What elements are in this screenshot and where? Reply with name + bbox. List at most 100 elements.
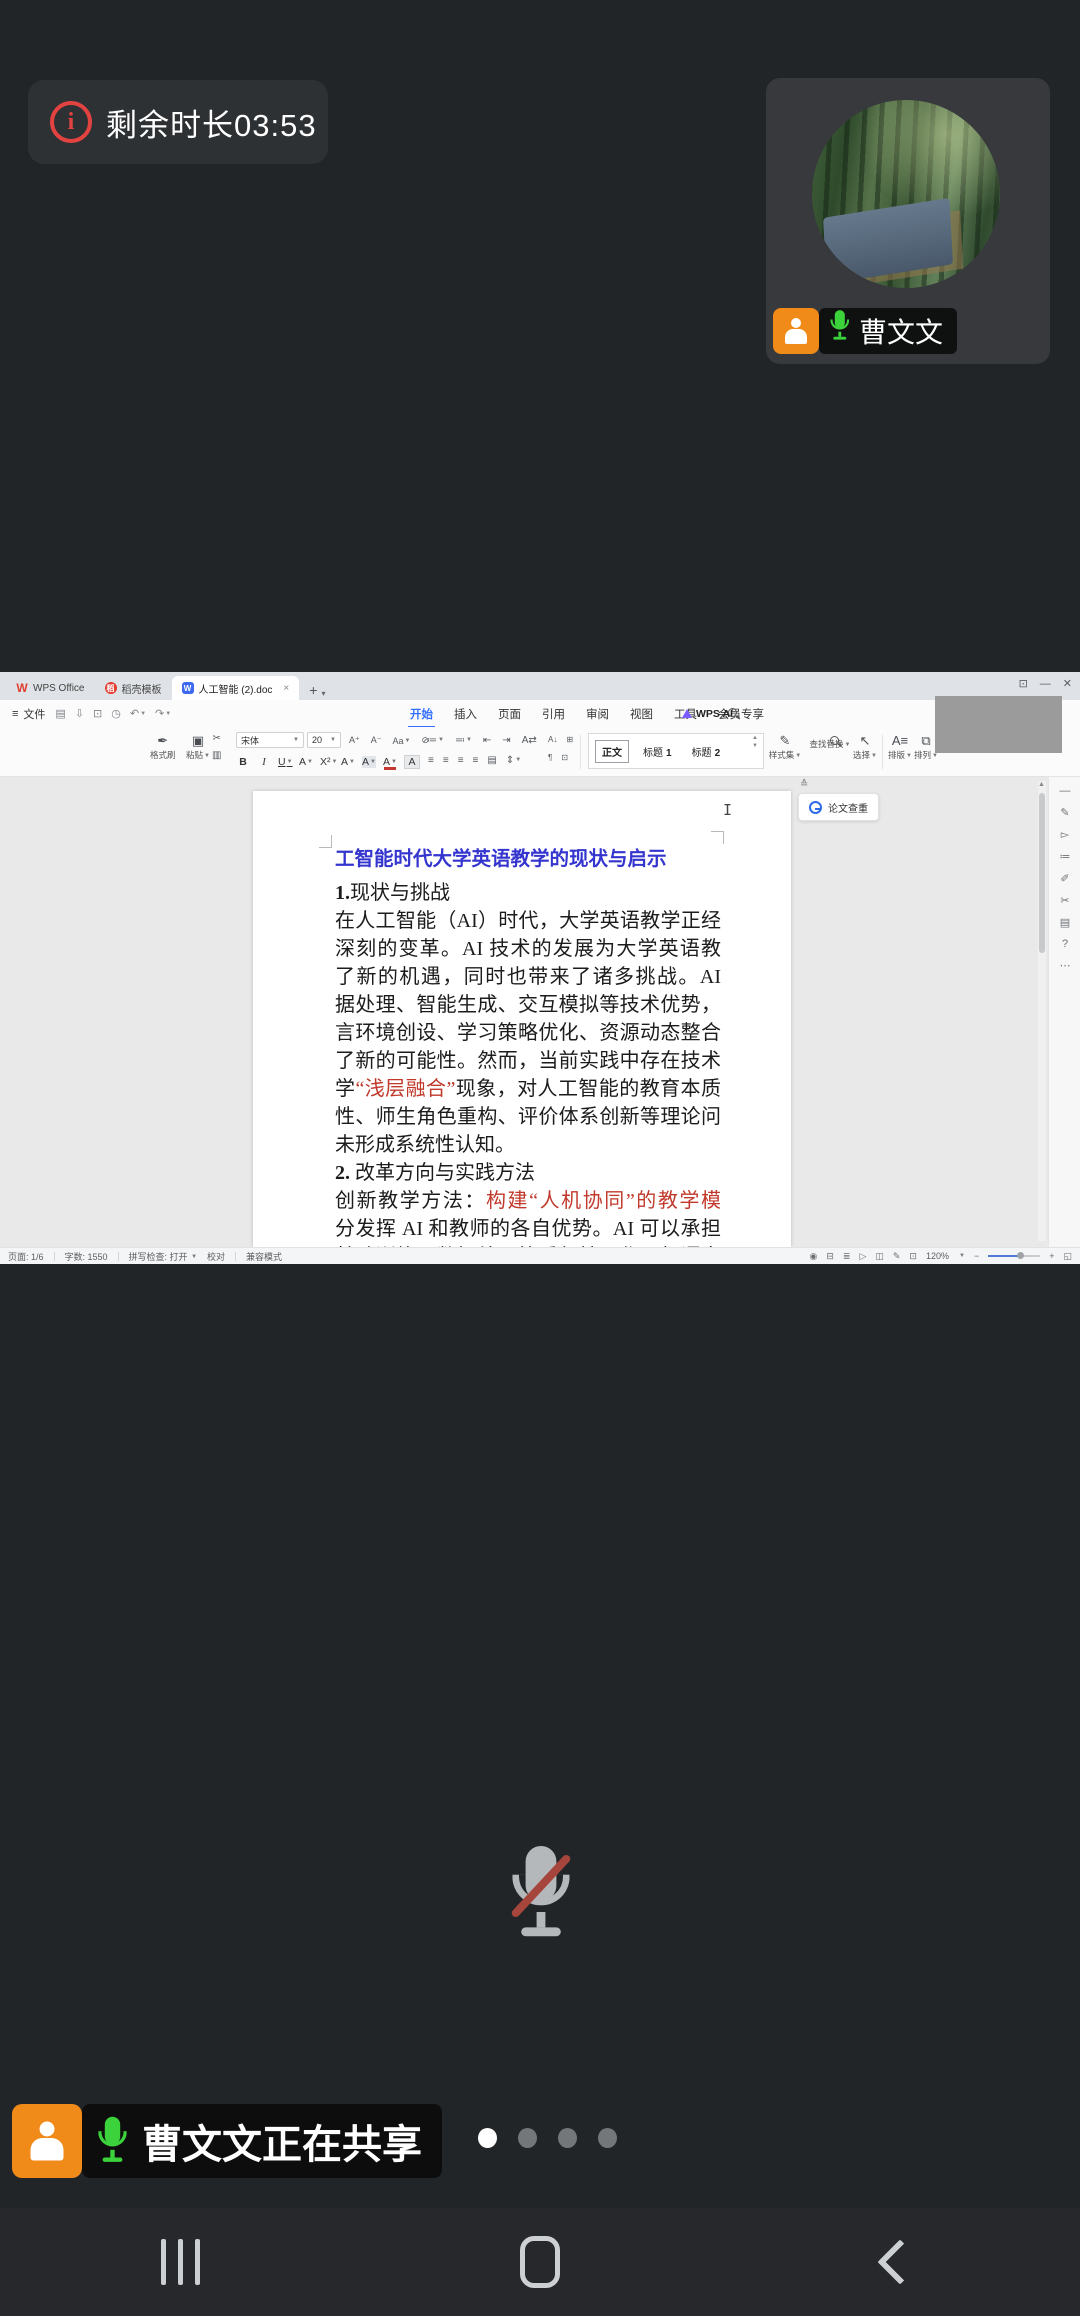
- bullets-icon[interactable]: ≔▼: [427, 735, 444, 746]
- style-chip[interactable]: 标题2: [686, 741, 727, 762]
- sort-icon[interactable]: A↓: [548, 735, 557, 744]
- page-dot[interactable]: [558, 2128, 577, 2148]
- more-icon[interactable]: ⋯: [1060, 959, 1071, 972]
- find-replace-button[interactable]: 查找替换▼: [808, 734, 852, 750]
- page-dot[interactable]: [478, 2128, 497, 2148]
- save-icon[interactable]: ▤: [55, 707, 65, 720]
- close-icon[interactable]: ✕: [1063, 677, 1072, 690]
- underline-button[interactable]: U▼: [278, 756, 292, 768]
- edit-pen-icon[interactable]: ✎: [1060, 806, 1069, 819]
- page-dot[interactable]: [598, 2128, 617, 2148]
- text-direction-icon[interactable]: A⇄: [522, 735, 537, 746]
- change-case-icon[interactable]: Aa▼: [393, 736, 411, 746]
- minimize-icon[interactable]: —: [1040, 678, 1051, 690]
- help-icon[interactable]: ?: [1062, 938, 1068, 950]
- window-tab[interactable]: WWPS Office: [6, 676, 95, 700]
- highlight-icon[interactable]: A▼: [362, 756, 376, 768]
- eye-icon[interactable]: ◉: [809, 1251, 817, 1262]
- scrollbar-thumb[interactable]: [1039, 793, 1045, 953]
- fit-page-icon[interactable]: ⊡: [909, 1251, 917, 1262]
- back-button[interactable]: [720, 2208, 1080, 2316]
- zoom-slider[interactable]: [988, 1255, 1040, 1257]
- decrease-font-icon[interactable]: A⁻: [371, 735, 382, 746]
- menu-tab-开始[interactable]: 开始: [408, 703, 435, 725]
- menu-tab-审阅[interactable]: 审阅: [584, 703, 611, 725]
- menu-tab-页面[interactable]: 页面: [496, 703, 523, 725]
- edit-mode-icon[interactable]: ✎: [893, 1251, 901, 1262]
- panel-pin-icon[interactable]: ≙: [800, 779, 808, 790]
- new-tab-button[interactable]: +: [299, 682, 321, 700]
- pilcrow-icon[interactable]: ¶: [548, 753, 552, 762]
- style-chip[interactable]: 正文: [595, 740, 629, 763]
- tab-close-icon[interactable]: ×: [283, 683, 289, 694]
- export-icon[interactable]: ⇩: [75, 707, 84, 720]
- document-scrollbar[interactable]: ▲: [1038, 781, 1046, 1241]
- home-button[interactable]: [360, 2208, 720, 2316]
- history-icon[interactable]: ◷: [111, 707, 121, 720]
- select-button[interactable]: ↖ 选择▼: [852, 734, 878, 761]
- shade-icon[interactable]: ⊡: [561, 753, 568, 762]
- proofread-button[interactable]: 校对: [207, 1250, 225, 1263]
- play-icon[interactable]: ▷: [859, 1251, 866, 1262]
- select-tool-icon[interactable]: ▻: [1061, 828, 1069, 841]
- spellcheck-toggle[interactable]: 拼写检查: 打开 ▼: [129, 1250, 197, 1263]
- outline-view-icon[interactable]: ≣: [843, 1251, 851, 1262]
- undo-icon[interactable]: ↶▼: [130, 707, 146, 720]
- cut-icon[interactable]: ✂: [213, 733, 221, 744]
- font-color-icon[interactable]: A▼: [383, 756, 397, 768]
- shading-icon[interactable]: A: [404, 755, 420, 769]
- menu-tab-插入[interactable]: 插入: [452, 703, 479, 725]
- menu-tab-引用[interactable]: 引用: [540, 703, 567, 725]
- paste-button[interactable]: ▣ 粘贴▼: [186, 734, 210, 761]
- participant-tile[interactable]: 曹文文: [766, 78, 1050, 364]
- single-page-icon[interactable]: ⊟: [826, 1251, 834, 1262]
- word-count[interactable]: 字数: 1550: [65, 1250, 108, 1263]
- align-center-icon[interactable]: ≡: [443, 755, 449, 766]
- style-chip[interactable]: 标题1: [637, 741, 678, 762]
- window-tab[interactable]: W人工智能 (2).doc×: [172, 676, 300, 700]
- zoom-out-button[interactable]: −: [974, 1251, 979, 1261]
- italic-button[interactable]: I: [257, 757, 271, 768]
- wps-ai-button[interactable]: WPS AI: [682, 708, 733, 720]
- distribute-icon[interactable]: ▤: [487, 755, 496, 766]
- menu-tab-视图[interactable]: 视图: [628, 703, 655, 725]
- align-right-icon[interactable]: ≡: [458, 755, 464, 766]
- typeset-button[interactable]: A≡ 排版▼: [888, 734, 912, 761]
- char-border-icon[interactable]: A▼: [299, 756, 313, 768]
- scroll-up-icon[interactable]: ▲: [1038, 781, 1045, 788]
- layout-icon[interactable]: ⊡: [1019, 677, 1028, 690]
- adjust-icon[interactable]: ≔: [1060, 850, 1071, 863]
- copy-icon[interactable]: ▥: [212, 750, 221, 761]
- outdent-icon[interactable]: ⇤: [483, 735, 491, 746]
- columns-icon[interactable]: ◫: [875, 1251, 884, 1262]
- zoom-level[interactable]: 120%: [926, 1251, 949, 1261]
- page-dot[interactable]: [518, 2128, 537, 2148]
- style-gallery-scroll[interactable]: ▲▼: [752, 735, 758, 749]
- tools-icon[interactable]: ✂: [1060, 894, 1069, 907]
- indent-icon[interactable]: ⇥: [502, 735, 510, 746]
- sign-icon[interactable]: ✐: [1060, 872, 1069, 885]
- grid-icon[interactable]: ⊞: [566, 735, 573, 744]
- format-painter-button[interactable]: ✒ 格式刷: [150, 734, 176, 761]
- superscript-icon[interactable]: X²▼: [320, 756, 334, 768]
- font-size-combo[interactable]: 20▼: [307, 732, 341, 748]
- document-page[interactable]: I 工智能时代大学英语教学的现状与启示 1.现状与挑战在人工智能（AI）时代，大…: [253, 791, 791, 1247]
- font-name-combo[interactable]: 宋体▼: [236, 732, 304, 748]
- recents-button[interactable]: [0, 2208, 360, 2316]
- zoom-in-button[interactable]: +: [1049, 1251, 1054, 1261]
- bold-button[interactable]: B: [236, 756, 250, 768]
- collapse-icon[interactable]: —: [1060, 785, 1071, 797]
- window-tab[interactable]: 稻稻壳模板: [95, 676, 172, 700]
- info-icon[interactable]: i: [50, 101, 92, 143]
- print-icon[interactable]: ⊡: [93, 707, 102, 720]
- search-icon[interactable]: [728, 708, 739, 719]
- paper-check-button[interactable]: 论文查重: [798, 793, 879, 821]
- redo-icon[interactable]: ↷▼: [155, 707, 171, 720]
- phonetic-icon[interactable]: A▼: [341, 756, 355, 768]
- increase-font-icon[interactable]: A⁺: [349, 735, 360, 746]
- justify-icon[interactable]: ≡: [473, 755, 479, 766]
- numbering-icon[interactable]: ≕▼: [455, 735, 472, 746]
- file-menu-button[interactable]: ≡ 文件: [0, 706, 55, 722]
- align-left-icon[interactable]: ≡: [428, 755, 434, 766]
- tab-list-caret-icon[interactable]: ▾: [321, 689, 325, 700]
